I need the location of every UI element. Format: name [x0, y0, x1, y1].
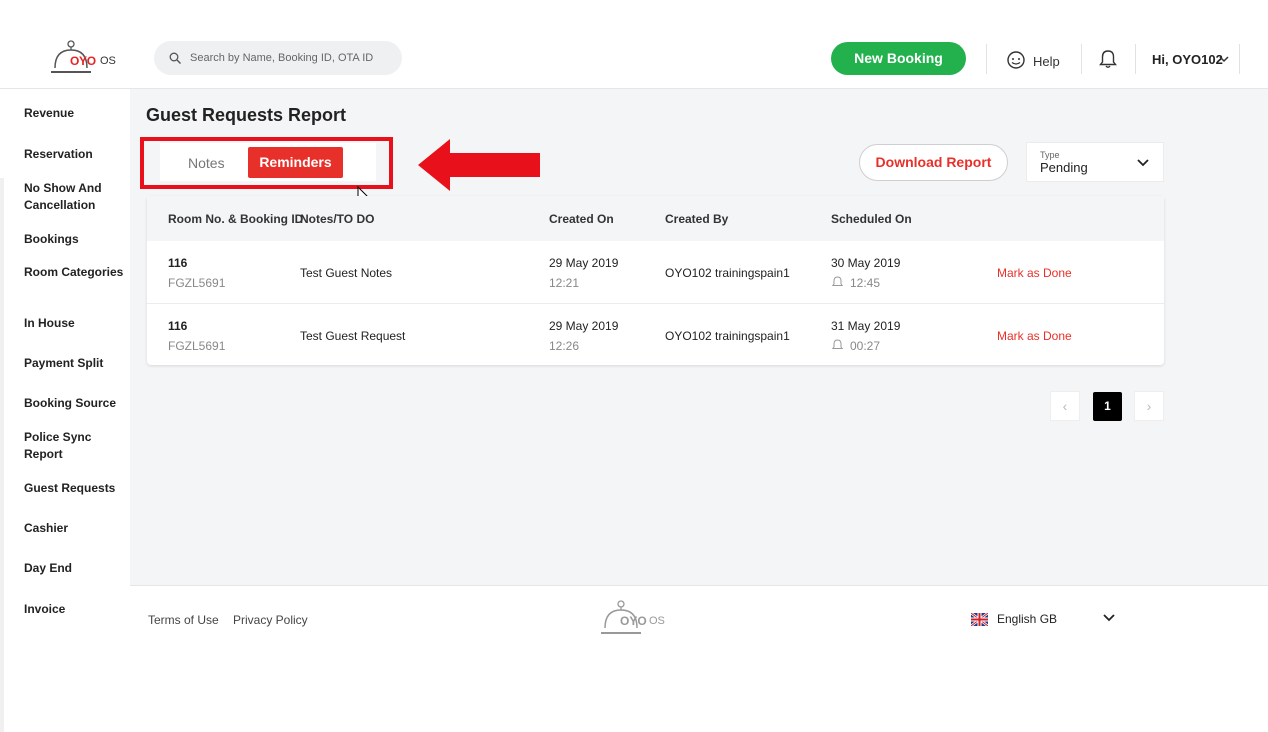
oyo-os-logo[interactable]: OYO OS — [50, 40, 120, 78]
sidebar: Revenue Reservation No Show And Cancella… — [0, 89, 130, 732]
logo-os-text: OS — [100, 55, 116, 67]
mark-as-done-link[interactable]: Mark as Done — [997, 329, 1072, 343]
created-time: 12:26 — [549, 339, 580, 353]
notification-bell-icon[interactable] — [1099, 49, 1117, 69]
scheduled-time: 00:27 — [850, 339, 881, 353]
chevron-down-icon[interactable] — [1103, 614, 1115, 622]
search-placeholder: Search by Name, Booking ID, OTA ID — [190, 52, 374, 64]
sidebar-item-guest-requests[interactable]: Guest Requests — [24, 480, 124, 497]
sidebar-item-bookings[interactable]: Bookings — [24, 231, 124, 248]
note-text: Test Guest Notes — [300, 266, 393, 280]
created-time: 12:21 — [549, 276, 580, 290]
sidebar-item-booking-source[interactable]: Booking Source — [24, 395, 124, 412]
scheduled-time: 12:45 — [850, 276, 881, 290]
page-title: Guest Requests Report — [146, 105, 347, 125]
user-menu[interactable]: Hi, OYO102 — [1152, 52, 1223, 67]
created-by: OYO102 trainingspain1 — [665, 329, 790, 343]
sidebar-item-payment-split[interactable]: Payment Split — [24, 355, 124, 372]
pagination-prev-button[interactable]: ‹ — [1050, 391, 1080, 421]
bell-icon — [832, 276, 843, 286]
sidebar-edge — [0, 178, 4, 732]
language-selector[interactable]: English GB — [997, 612, 1057, 626]
col-created-by: Created By — [665, 212, 729, 226]
col-notes: Notes/TO DO — [300, 212, 375, 226]
terms-of-use-link[interactable]: Terms of Use — [148, 613, 219, 627]
footer-oyo-os-logo: OYO OS — [600, 600, 670, 638]
top-header: OYO OS Search by Name, Booking ID, OTA I… — [0, 0, 1268, 89]
bell-icon — [832, 339, 843, 349]
pagination-page-1[interactable]: 1 — [1093, 392, 1122, 421]
download-report-button[interactable]: Download Report — [859, 144, 1008, 181]
created-date: 29 May 2019 — [549, 256, 619, 270]
sidebar-item-no-show[interactable]: No Show And Cancellation — [24, 180, 124, 214]
booking-id: FGZL5691 — [168, 276, 226, 290]
pagination-next-button[interactable]: › — [1134, 391, 1164, 421]
table-header: Room No. & Booking ID Notes/TO DO Create… — [147, 196, 1164, 241]
footer-logo-os-text: OS — [649, 615, 665, 627]
help-label: Help — [1033, 54, 1060, 69]
created-by: OYO102 trainingspain1 — [665, 266, 790, 280]
sidebar-item-invoice[interactable]: Invoice — [24, 601, 124, 618]
sidebar-item-day-end[interactable]: Day End — [24, 560, 124, 577]
sidebar-item-reservation[interactable]: Reservation — [24, 146, 124, 163]
divider — [1135, 44, 1136, 74]
room-number: 116 — [168, 256, 188, 270]
col-scheduled-on: Scheduled On — [831, 212, 912, 226]
footer-logo-oyo-text: OYO — [620, 614, 647, 628]
scheduled-date: 30 May 2019 — [831, 256, 901, 270]
privacy-policy-link[interactable]: Privacy Policy — [233, 613, 308, 627]
sidebar-item-room-categories[interactable]: Room Categories — [24, 264, 124, 281]
divider — [1239, 44, 1240, 74]
sidebar-item-police-sync[interactable]: Police Sync Report — [24, 429, 124, 463]
mark-as-done-link[interactable]: Mark as Done — [997, 266, 1072, 280]
table-row: 116 FGZL5691 Test Guest Notes 29 May 201… — [147, 241, 1164, 303]
chevron-down-icon — [1137, 159, 1149, 167]
new-booking-button[interactable]: New Booking — [831, 42, 966, 75]
type-value: Pending — [1040, 160, 1088, 175]
left-arrow-icon — [418, 139, 540, 191]
sidebar-item-revenue[interactable]: Revenue — [24, 105, 124, 122]
col-created-on: Created On — [549, 212, 614, 226]
sidebar-item-in-house[interactable]: In House — [24, 315, 124, 332]
col-room-booking: Room No. & Booking ID — [168, 212, 304, 226]
help-face-icon — [1007, 51, 1025, 69]
uk-flag-icon — [971, 613, 988, 626]
guest-requests-table: Room No. & Booking ID Notes/TO DO Create… — [147, 196, 1164, 365]
logo-oyo-text: OYO — [70, 54, 96, 68]
type-dropdown[interactable]: Type Pending — [1026, 142, 1164, 182]
note-text: Test Guest Request — [300, 329, 406, 343]
divider — [1081, 44, 1082, 74]
scheduled-date: 31 May 2019 — [831, 319, 901, 333]
highlight-box — [140, 137, 393, 189]
booking-id: FGZL5691 — [168, 339, 226, 353]
sidebar-item-cashier[interactable]: Cashier — [24, 520, 124, 537]
type-label: Type — [1040, 150, 1060, 160]
divider — [986, 44, 987, 74]
search-input[interactable]: Search by Name, Booking ID, OTA ID — [154, 41, 402, 75]
table-row: 116 FGZL5691 Test Guest Request 29 May 2… — [147, 303, 1164, 365]
room-number: 116 — [168, 319, 188, 333]
search-icon — [169, 52, 181, 64]
chevron-down-icon[interactable] — [1219, 55, 1229, 63]
created-date: 29 May 2019 — [549, 319, 619, 333]
